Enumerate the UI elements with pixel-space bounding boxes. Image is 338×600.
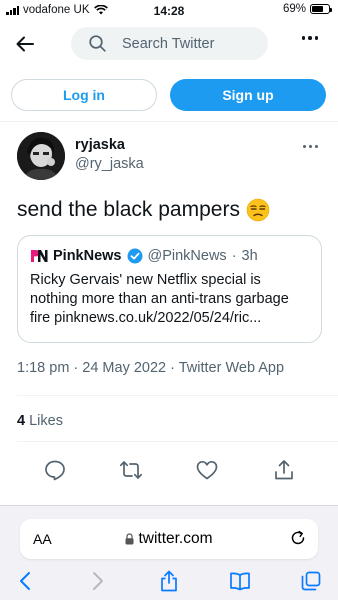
- avatar[interactable]: [17, 132, 65, 180]
- browser-tab-bar: [0, 568, 338, 596]
- divider: [17, 395, 338, 396]
- unamused-face-emoji-icon: [246, 198, 270, 222]
- search-input[interactable]: Search Twitter: [71, 27, 268, 60]
- lock-icon: [125, 533, 134, 545]
- tweet-timestamp[interactable]: 1:18 pm · 24 May 2022 · Twitter Web App: [17, 360, 284, 376]
- likes-label: Likes: [29, 413, 63, 429]
- browser-back-icon[interactable]: [15, 570, 37, 592]
- browser-toolbar: AA twitter.com: [0, 505, 338, 600]
- tweet-text-content: send the black pampers: [17, 198, 240, 221]
- more-options-icon[interactable]: [301, 36, 318, 40]
- divider: [0, 121, 338, 122]
- share-icon[interactable]: [272, 458, 296, 482]
- battery-fill: [312, 6, 324, 12]
- login-button[interactable]: Log in: [11, 79, 157, 111]
- likes-count[interactable]: 4 Likes: [17, 413, 63, 429]
- quoted-handle: @PinkNews: [147, 248, 227, 264]
- tweet-text: send the black pampers: [17, 198, 270, 222]
- quoted-tweet[interactable]: PinkNews @PinkNews · 3h Ricky Gervais' n…: [17, 235, 322, 343]
- status-right: 69%: [282, 3, 332, 15]
- signup-button[interactable]: Sign up: [170, 79, 326, 111]
- display-name[interactable]: ryjaska: [75, 137, 125, 153]
- url-display[interactable]: twitter.com: [20, 530, 318, 548]
- avatar-image: [17, 132, 65, 180]
- verified-badge-icon: [127, 248, 142, 264]
- reply-icon[interactable]: [43, 458, 67, 482]
- user-handle[interactable]: @ry_jaska: [75, 156, 144, 172]
- likes-number: 4: [17, 413, 26, 429]
- status-bar: vodafone UK 14:28 69%: [0, 0, 338, 20]
- pinknews-logo-icon: [31, 250, 48, 262]
- tabs-icon[interactable]: [300, 570, 322, 592]
- search-icon: [89, 35, 106, 52]
- battery-percent: 69%: [282, 3, 306, 15]
- quoted-separator: ·: [231, 248, 237, 264]
- top-nav: Search Twitter: [0, 26, 338, 62]
- search-placeholder: Search Twitter: [122, 35, 215, 52]
- address-bar[interactable]: AA twitter.com: [20, 519, 318, 559]
- tweet-more-icon[interactable]: [303, 145, 318, 148]
- like-icon[interactable]: [195, 458, 219, 482]
- tweet-actions: [0, 458, 338, 482]
- url-text: twitter.com: [138, 530, 213, 547]
- browser-share-icon[interactable]: [158, 570, 180, 592]
- reload-icon[interactable]: [290, 530, 306, 546]
- quoted-tweet-header: PinkNews @PinkNews · 3h: [30, 248, 309, 264]
- quoted-tweet-text: Ricky Gervais' new Netflix special is no…: [30, 272, 289, 326]
- divider: [17, 441, 338, 442]
- back-arrow-icon[interactable]: [14, 33, 36, 55]
- bookmarks-icon[interactable]: [229, 570, 251, 592]
- battery-icon: [310, 4, 332, 14]
- quoted-age: 3h: [241, 248, 258, 264]
- retweet-icon[interactable]: [119, 458, 143, 482]
- browser-forward-icon[interactable]: [86, 570, 108, 592]
- quoted-display-name: PinkNews: [53, 248, 122, 264]
